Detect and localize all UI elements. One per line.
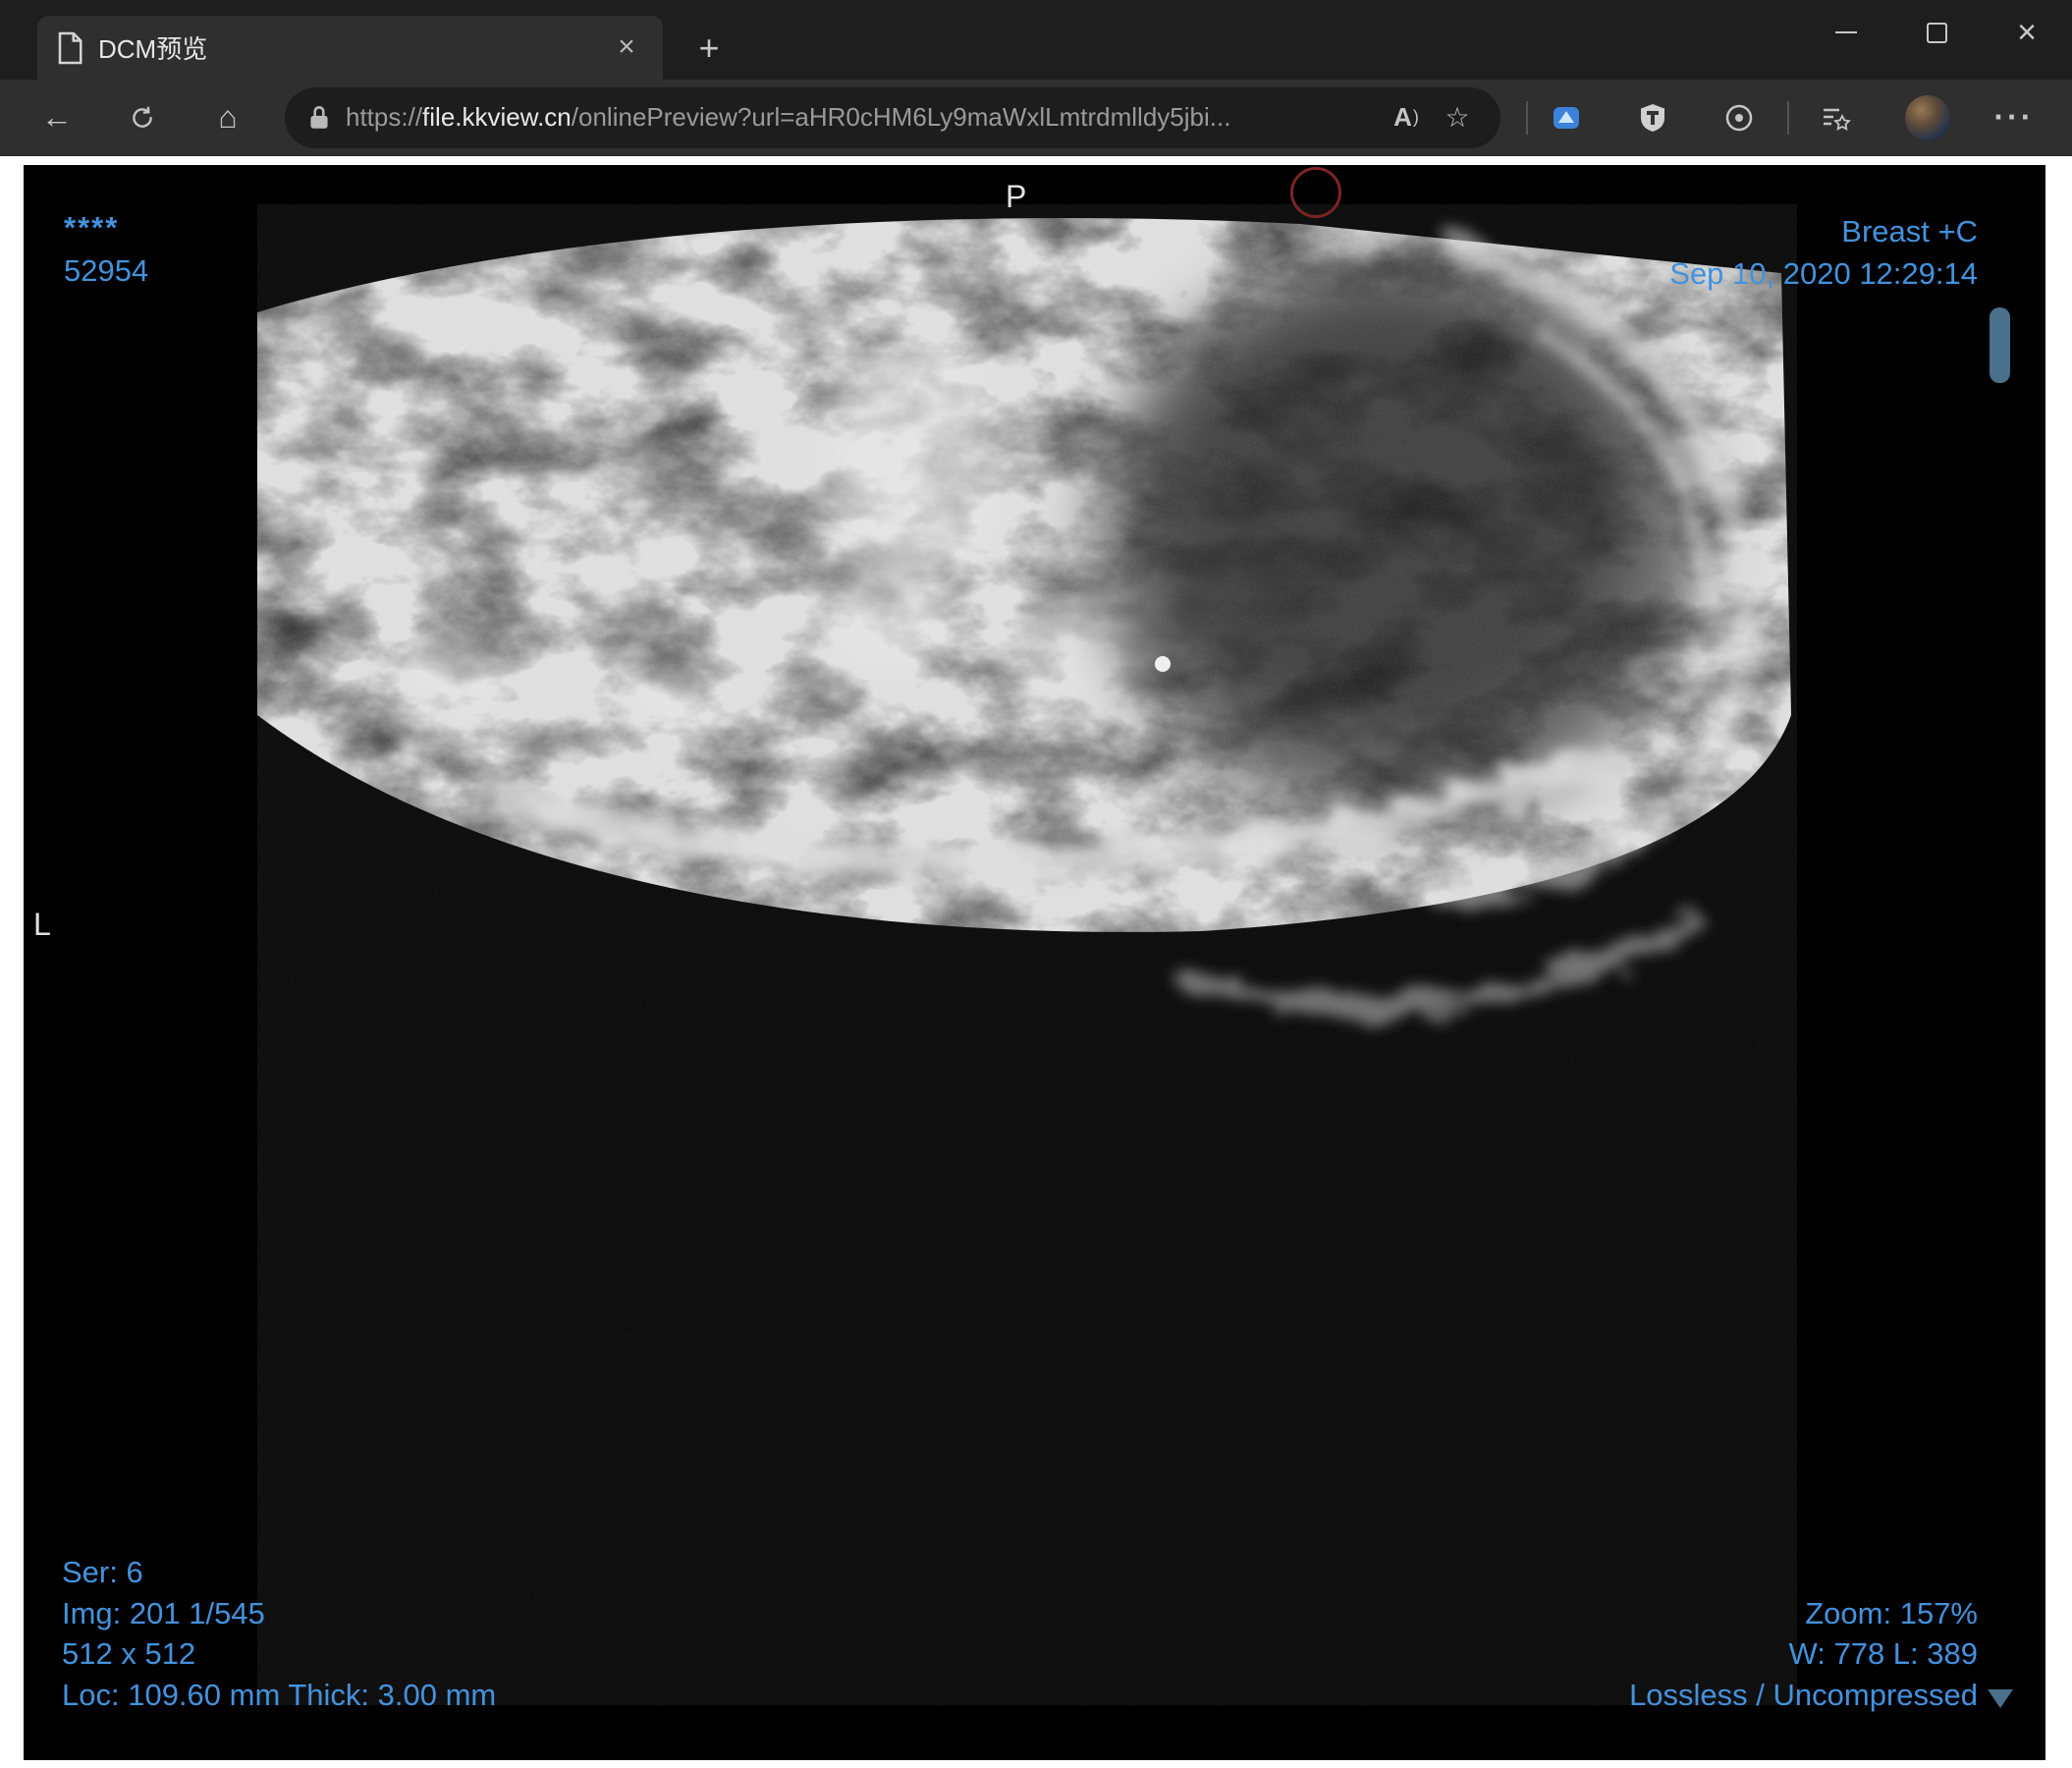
image-matrix: 512 x 512 <box>62 1636 196 1671</box>
read-aloud-button[interactable]: A) <box>1381 92 1432 143</box>
tab-close-button[interactable]: × <box>608 29 645 67</box>
read-aloud-icon: A <box>1393 102 1412 132</box>
window-level: W: 778 L: 389 <box>1788 1636 1978 1671</box>
orientation-marker-posterior: P <box>1006 179 1027 214</box>
window-controls: × <box>1801 0 2072 65</box>
study-datetime: Sep 10, 2020 12:29:14 <box>1669 256 1978 291</box>
document-icon <box>58 31 82 64</box>
page-content: **** 52954 P L Breast +C Sep 10, 2020 12… <box>0 156 2072 1768</box>
address-bar[interactable]: https://file.kkview.cn/onlinePreview?url… <box>285 86 1500 148</box>
maximize-icon <box>1926 22 1947 43</box>
tab-strip: DCM预览 × + × <box>0 0 2072 80</box>
image-number: Img: 201 1/545 <box>62 1596 265 1630</box>
browser-window: DCM预览 × + × ← ⌂ https://file.kkview.cn/o… <box>0 0 2072 1768</box>
zoom-level: Zoom: 157% <box>1805 1596 1978 1630</box>
maximize-button[interactable] <box>1891 0 1982 65</box>
toolbar-divider <box>1787 100 1789 135</box>
favorites-list-icon <box>1824 108 1851 131</box>
mri-image <box>257 204 1797 1705</box>
back-button[interactable]: ← <box>30 91 83 144</box>
shield-t-extension-icon <box>1641 103 1664 132</box>
study-description: Breast +C <box>1841 214 1978 249</box>
series-number: Ser: 6 <box>62 1555 143 1589</box>
tab-title: DCM预览 <box>98 34 208 64</box>
new-tab-button[interactable]: + <box>685 26 733 73</box>
refresh-button[interactable] <box>116 91 169 144</box>
favorites-bar-button[interactable] <box>1809 91 1862 144</box>
close-button[interactable]: × <box>1982 0 2072 65</box>
extension-button-round[interactable] <box>1713 91 1766 144</box>
close-icon: × <box>2017 14 2037 51</box>
profile-button[interactable] <box>1901 91 1954 144</box>
url-scheme: https:// <box>346 102 423 132</box>
home-button[interactable]: ⌂ <box>201 91 254 144</box>
toolbar-divider <box>1526 100 1528 135</box>
patient-id: 52954 <box>64 253 149 288</box>
minimize-icon <box>1835 31 1857 33</box>
url-domain: file.kkview.cn <box>422 102 572 132</box>
scroll-down-arrow-icon[interactable] <box>1988 1689 2013 1708</box>
ssl-lock-icon[interactable] <box>306 103 332 133</box>
blue-extension-icon <box>1554 106 1579 129</box>
annotation-circle <box>1290 167 1341 218</box>
dicom-viewer-canvas[interactable]: **** 52954 P L Breast +C Sep 10, 2020 12… <box>24 165 2045 1760</box>
slice-location: Loc: 109.60 mm Thick: 3.00 mm <box>62 1678 497 1712</box>
orientation-marker-left: L <box>33 907 51 942</box>
refresh-icon <box>133 106 152 128</box>
series-scroll-thumb[interactable] <box>1990 307 2010 383</box>
settings-menu-button[interactable]: ··· <box>1988 91 2041 144</box>
avatar <box>1905 94 1950 140</box>
extension-button-blue[interactable] <box>1540 91 1593 144</box>
url-text[interactable]: https://file.kkview.cn/onlinePreview?url… <box>346 102 1381 133</box>
tab-dcm-preview[interactable]: DCM预览 × <box>37 16 663 80</box>
extension-button-shield[interactable] <box>1626 91 1679 144</box>
url-path: /onlinePreview?url=aHR0cHM6Ly9maWxlLmtrd… <box>571 102 1231 132</box>
star-icon: ☆ <box>1445 102 1470 133</box>
round-extension-icon <box>1725 104 1753 131</box>
browser-toolbar: ← ⌂ https://file.kkview.cn/onlinePreview… <box>0 80 2072 156</box>
minimize-button[interactable] <box>1801 0 1891 65</box>
add-favorite-button[interactable]: ☆ <box>1432 92 1483 143</box>
patient-name-masked: **** <box>64 210 120 245</box>
compression-info: Lossless / Uncompressed <box>1629 1678 1978 1712</box>
